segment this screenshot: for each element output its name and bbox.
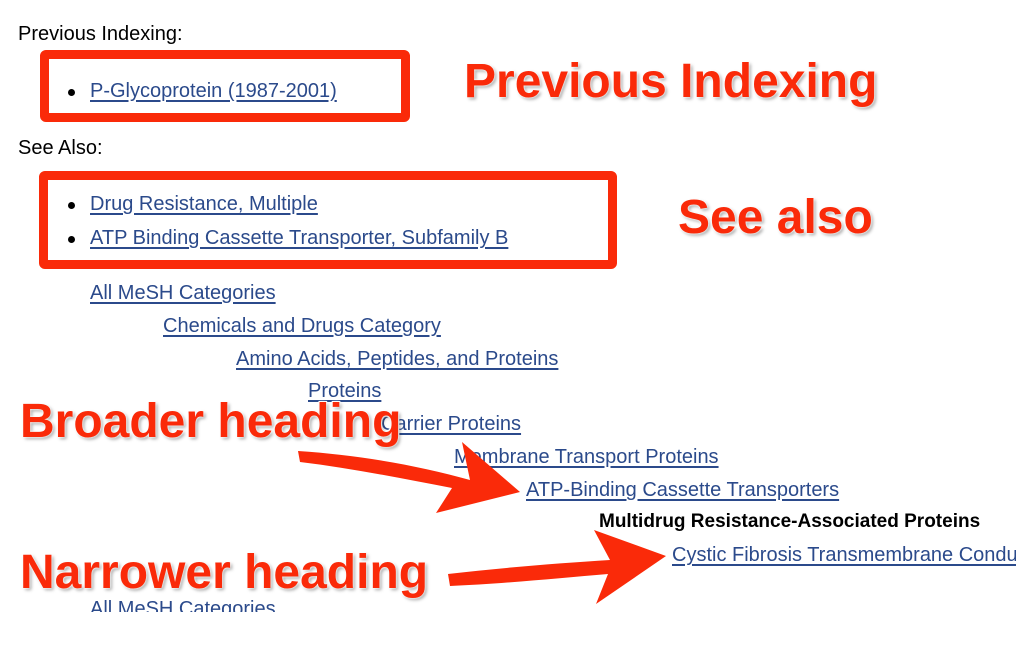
broader-arrow-icon: [298, 442, 520, 513]
annotation-broader-heading: Broader heading: [20, 395, 402, 448]
narrower-arrow-icon: [448, 530, 666, 604]
mesh-record-page: Previous Indexing: P-Glycoprotein (1987-…: [0, 0, 1016, 612]
annotation-narrower-heading: Narrower heading: [20, 546, 429, 599]
arrow-annotations: [298, 442, 666, 604]
